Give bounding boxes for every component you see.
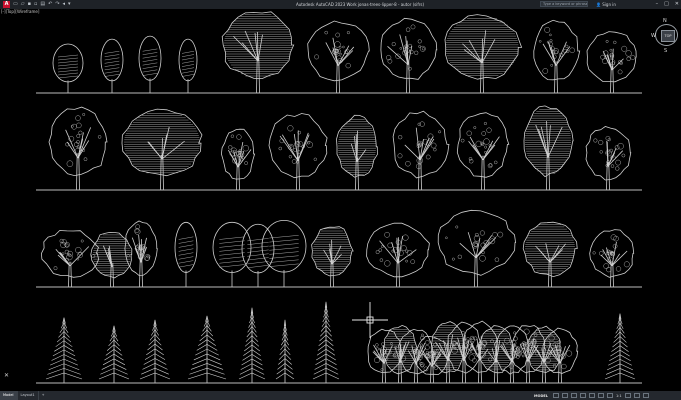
- tree-block[interactable]: [221, 11, 295, 94]
- customization-menu-icon[interactable]: [642, 393, 649, 398]
- tree-block[interactable]: [40, 230, 100, 288]
- status-bar: Model Layout1 + MODEL 1:1: [0, 391, 681, 400]
- tree-block[interactable]: [533, 19, 581, 94]
- tree-block[interactable]: [461, 320, 498, 384]
- ortho-toggle-icon[interactable]: [571, 393, 577, 398]
- workspace-gear-icon[interactable]: [624, 393, 631, 398]
- add-layout-button[interactable]: +: [39, 391, 48, 400]
- conifer-block[interactable]: [187, 315, 227, 383]
- tab-layout1[interactable]: Layout1: [18, 391, 39, 400]
- polar-toggle-icon[interactable]: [580, 393, 586, 398]
- columnar-tree-block[interactable]: [100, 38, 124, 93]
- conifer-block[interactable]: [45, 317, 83, 383]
- columnar-tree-block[interactable]: [138, 35, 162, 93]
- tree-block[interactable]: [437, 209, 517, 288]
- tree-block[interactable]: [220, 128, 256, 191]
- tree-block[interactable]: [586, 31, 637, 94]
- viewcube-top-face[interactable]: TOP: [661, 30, 675, 42]
- tree-block[interactable]: [523, 105, 574, 191]
- viewcube-south[interactable]: S: [664, 48, 667, 54]
- model-space-button[interactable]: MODEL: [534, 394, 548, 398]
- tree-block[interactable]: [398, 328, 435, 384]
- osnap-toggle-icon[interactable]: [589, 393, 595, 398]
- tree-block[interactable]: [307, 20, 370, 94]
- columnar-tree-block[interactable]: [178, 38, 198, 93]
- conifer-block[interactable]: [139, 319, 171, 383]
- tree-block[interactable]: [585, 126, 632, 191]
- lineweight-toggle-icon[interactable]: [598, 393, 604, 398]
- isolate-objects-icon[interactable]: [633, 393, 640, 398]
- annotation-visibility-icon[interactable]: [607, 393, 613, 398]
- conifer-block[interactable]: [312, 301, 340, 383]
- ucs-icon: ✕: [4, 372, 10, 379]
- conifer-block[interactable]: [238, 307, 266, 383]
- viewcube-north[interactable]: N: [663, 18, 667, 24]
- tree-block[interactable]: [366, 222, 430, 288]
- annotation-scale[interactable]: 1:1: [616, 394, 622, 398]
- tree-block[interactable]: [121, 108, 203, 191]
- conifer-block[interactable]: [604, 313, 636, 383]
- tree-block[interactable]: [589, 229, 635, 288]
- conifer-block[interactable]: [275, 319, 295, 383]
- conifer-block[interactable]: [98, 325, 130, 383]
- tree-block[interactable]: [522, 221, 578, 288]
- viewcube-west[interactable]: W: [651, 33, 656, 39]
- crosshair-cursor: [352, 302, 388, 338]
- tree-block[interactable]: [444, 14, 523, 94]
- tree-block[interactable]: [48, 106, 108, 191]
- tree-block[interactable]: [268, 113, 328, 191]
- tree-block[interactable]: [124, 220, 158, 288]
- drawing-canvas[interactable]: [0, 0, 681, 400]
- viewcube[interactable]: N W TOP S: [651, 18, 679, 60]
- tree-block[interactable]: [456, 112, 510, 191]
- grid-toggle-icon[interactable]: [553, 393, 559, 398]
- columnar-tree-block[interactable]: [212, 221, 252, 287]
- columnar-tree-block[interactable]: [174, 221, 198, 287]
- columnar-tree-block[interactable]: [52, 43, 84, 93]
- layout-tabs: Model Layout1 +: [0, 391, 48, 400]
- tree-block[interactable]: [380, 17, 438, 94]
- tab-model[interactable]: Model: [0, 391, 18, 400]
- snap-toggle-icon[interactable]: [562, 393, 568, 398]
- columnar-tree-block[interactable]: [241, 223, 275, 287]
- tree-block[interactable]: [311, 226, 354, 288]
- tree-block[interactable]: [392, 110, 450, 191]
- status-toggles: MODEL 1:1: [534, 391, 649, 400]
- tree-block[interactable]: [336, 114, 378, 191]
